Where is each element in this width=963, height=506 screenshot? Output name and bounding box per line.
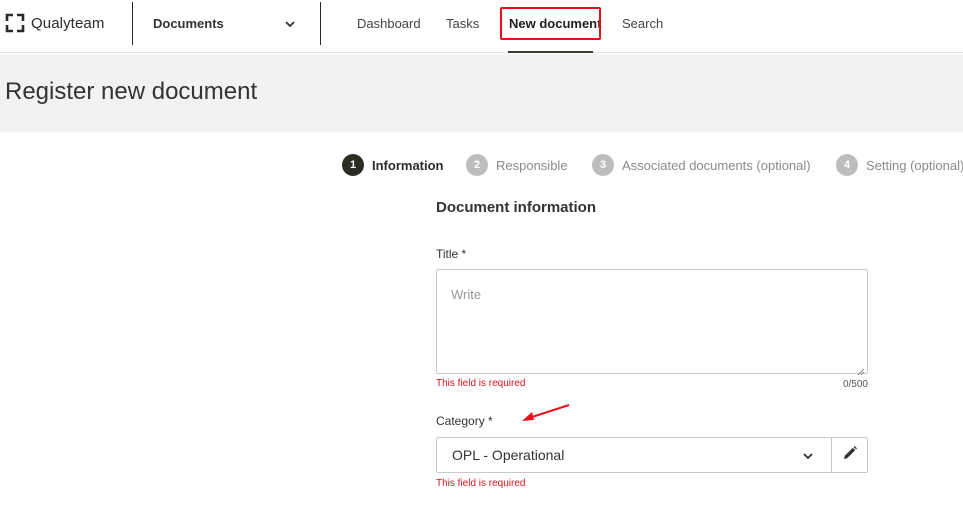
brand-name: Qualyteam [31, 14, 105, 32]
step-label: Associated documents (optional) [622, 157, 811, 173]
annotation-arrow-icon [522, 404, 570, 421]
pencil-icon [842, 445, 858, 466]
category-field-label: Category * [436, 414, 493, 428]
nav-new-document[interactable]: New document [509, 0, 601, 46]
title-field-container [436, 269, 868, 376]
step-information[interactable]: 1 Information [342, 154, 444, 176]
category-select[interactable]: OPL - Operational [436, 437, 832, 473]
nav-tasks[interactable]: Tasks [446, 0, 479, 46]
brand-logo[interactable]: Qualyteam [5, 12, 104, 34]
nav-dashboard[interactable]: Dashboard [357, 0, 421, 46]
title-field-label: Title * [436, 247, 467, 261]
bracket-square-logo-icon [5, 13, 25, 33]
edit-category-button[interactable] [831, 437, 868, 473]
chevron-down-icon [283, 17, 297, 31]
category-error-message: This field is required [436, 478, 526, 489]
title-character-counter: 0/500 [842, 379, 868, 390]
active-nav-underline [508, 51, 593, 53]
step-number: 1 [342, 154, 364, 176]
module-selector[interactable]: Documents [133, 0, 320, 46]
step-number: 4 [836, 154, 858, 176]
category-select-value: OPL - Operational [452, 447, 565, 463]
module-selector-label: Documents [153, 15, 224, 31]
top-navigation-bar: Qualyteam Documents Dashboard Tasks New … [0, 0, 963, 53]
step-number: 3 [592, 154, 614, 176]
chevron-down-icon [801, 449, 815, 463]
step-number: 2 [466, 154, 488, 176]
step-associated-documents[interactable]: 3 Associated documents (optional) [592, 154, 811, 176]
title-error-message: This field is required [436, 378, 526, 389]
resize-grip-icon[interactable] [857, 363, 865, 376]
step-label: Responsible [496, 157, 568, 173]
step-setting[interactable]: 4 Setting (optional) [836, 154, 963, 176]
page-title: Register new document [5, 78, 258, 105]
step-label: Setting (optional) [866, 157, 963, 173]
nav-divider [320, 2, 321, 45]
nav-search[interactable]: Search [622, 0, 663, 46]
step-label: Information [372, 157, 444, 173]
title-textarea[interactable] [437, 270, 867, 373]
page-header: Register new document [0, 54, 963, 132]
section-title: Document information [436, 199, 596, 216]
step-responsible[interactable]: 2 Responsible [466, 154, 568, 176]
